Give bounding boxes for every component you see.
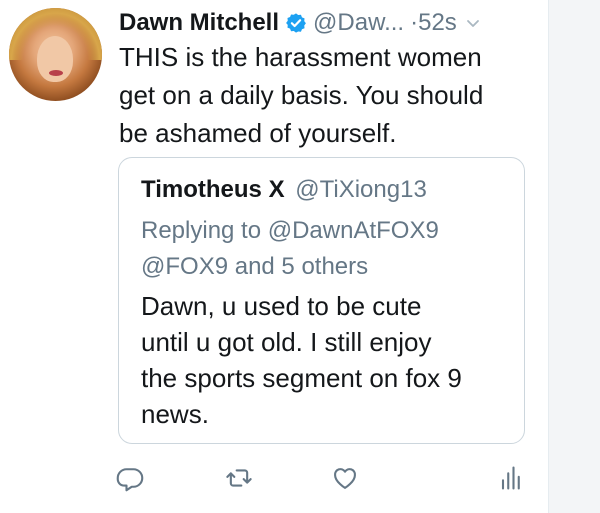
tweet[interactable]: Dawn Mitchell @Daw... · 52s THIS is the … [0, 0, 548, 513]
retweet-icon[interactable] [225, 464, 253, 492]
timestamp[interactable]: 52s [418, 9, 457, 37]
quoted-tweet-header: Timotheus X @TiXiong13 [141, 176, 427, 204]
replying-to: Replying to @DawnAtFOX9 @FOX9 and 5 othe… [141, 213, 521, 285]
reply-icon[interactable] [116, 464, 144, 492]
tweet-text-line: be ashamed of yourself. [119, 118, 397, 148]
right-gutter [548, 0, 600, 513]
avatar[interactable] [9, 8, 102, 101]
separator-dot: · [410, 9, 419, 36]
quoted-handle[interactable]: @TiXiong13 [295, 176, 427, 203]
verified-badge-icon [285, 12, 307, 34]
tweet-text: THIS is the harassment women get on a da… [119, 38, 539, 152]
replying-to-line[interactable]: Replying to @DawnAtFOX9 [141, 213, 521, 249]
replying-to-line[interactable]: @FOX9 and 5 others [141, 249, 521, 285]
quoted-tweet[interactable]: Timotheus X @TiXiong13 Replying to @Dawn… [118, 157, 525, 444]
tweet-text-line: THIS is the harassment women [119, 42, 482, 72]
tweet-text-line: get on a daily basis. You should [119, 80, 484, 110]
quoted-tweet-text: Dawn, u used to be cute until u got old.… [141, 288, 516, 432]
chevron-down-icon[interactable] [465, 15, 481, 31]
display-name[interactable]: Dawn Mitchell [119, 9, 279, 37]
avatar-lips [49, 70, 63, 76]
quoted-display-name[interactable]: Timotheus X [141, 176, 285, 203]
quoted-text-line: news. [141, 399, 209, 429]
heart-icon[interactable] [331, 464, 359, 492]
quoted-text-line: the sports segment on fox 9 [141, 363, 462, 393]
handle[interactable]: @Daw... [313, 9, 404, 37]
tweet-header: Dawn Mitchell @Daw... · 52s [119, 8, 539, 38]
quoted-text-line: Dawn, u used to be cute [141, 291, 422, 321]
tweet-actions [0, 464, 548, 494]
analytics-icon[interactable] [496, 464, 524, 492]
quoted-text-line: until u got old. I still enjoy [141, 327, 432, 357]
